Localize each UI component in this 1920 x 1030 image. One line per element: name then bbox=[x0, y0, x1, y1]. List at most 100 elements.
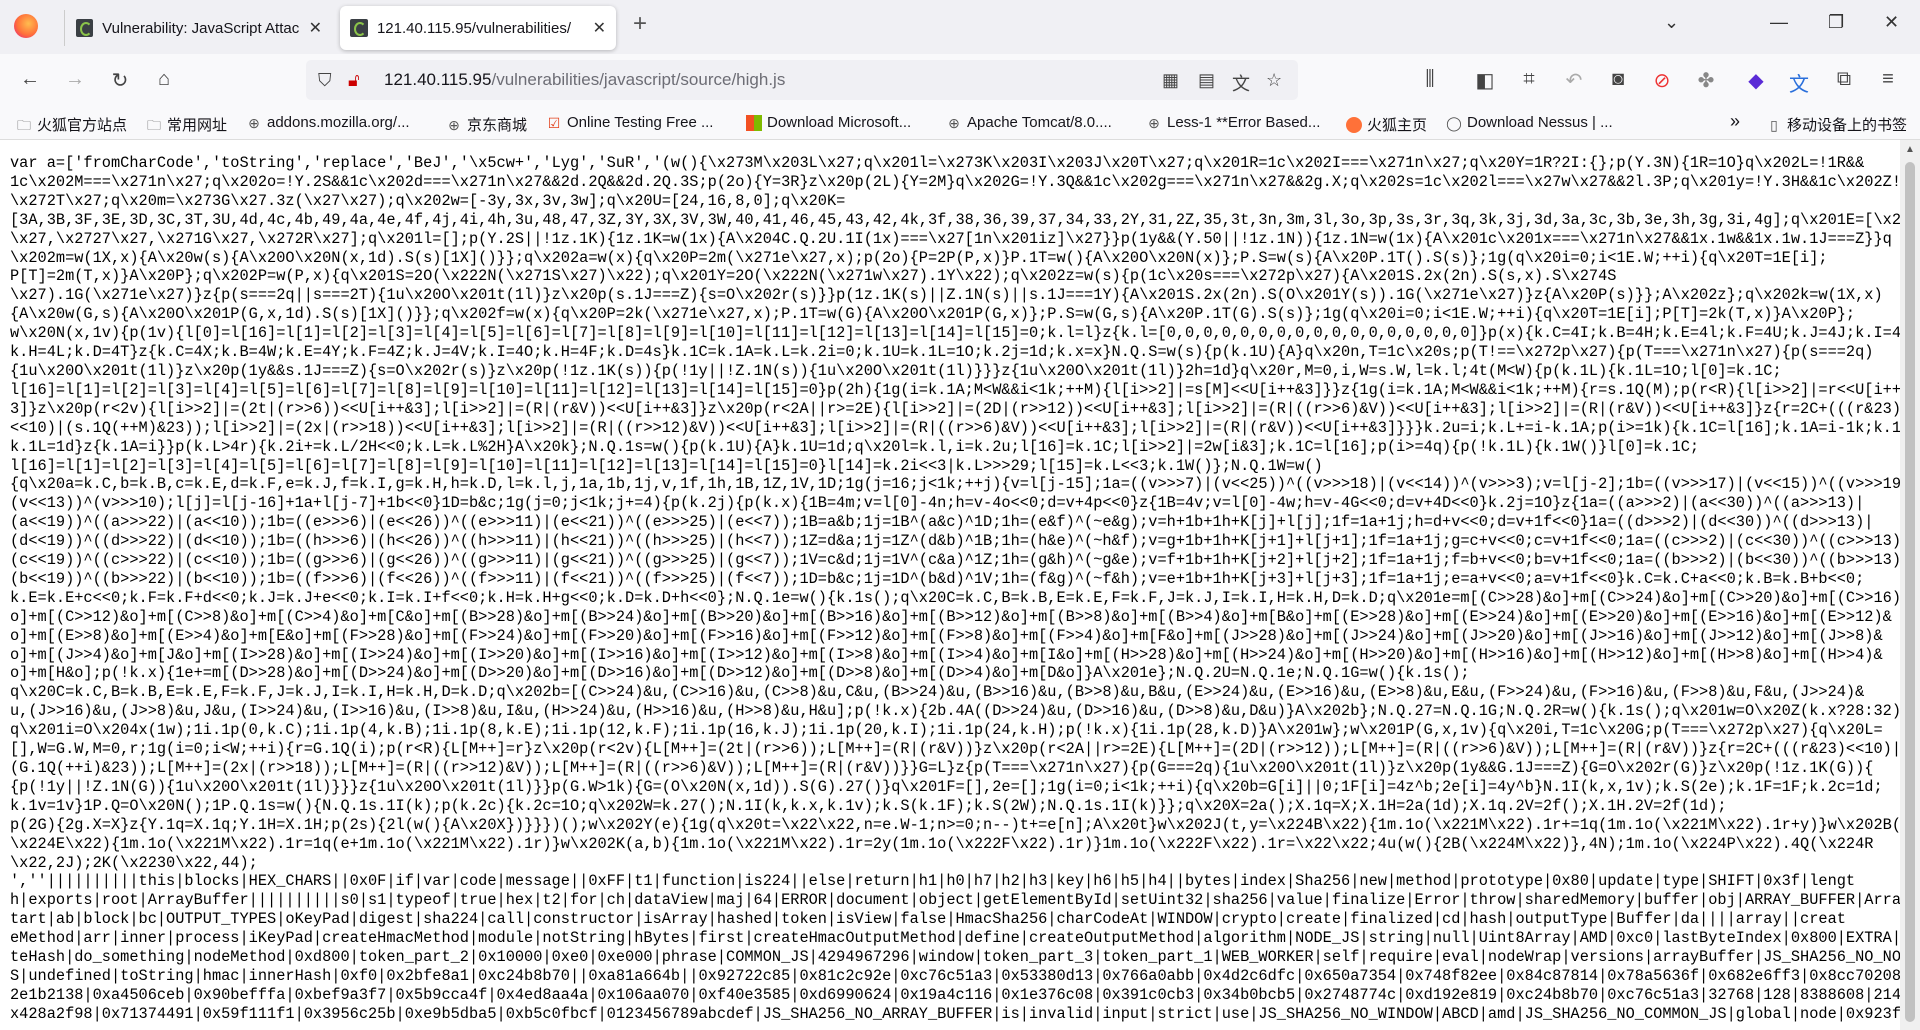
source-line: w\x20N(x,1v){p(1v){l[0]=l[16]=l[1]=l[2]=… bbox=[10, 324, 1900, 343]
folder-icon: 🗀︎ bbox=[17, 116, 31, 133]
tab-high-js[interactable]: 121.40.115.95/vulnerabilities/ ✕ bbox=[340, 6, 616, 50]
checkbox-icon: ☑ bbox=[547, 114, 561, 131]
url-host: 121.40.115.95 bbox=[384, 70, 492, 89]
source-line: l[16]=l[1]=l[2]=l[3]=l[4]=l[5]=l[6]=l[7]… bbox=[10, 456, 1323, 475]
bookmark-item[interactable]: ⊕ Apache Tomcat/8.0.... bbox=[946, 114, 1112, 131]
shield-icon[interactable]: ⛉ bbox=[318, 70, 332, 91]
source-line: teHash|do_something|nodeMethod|0xd800|to… bbox=[10, 948, 1900, 967]
source-line: 2e1b2138|0xa4506ceb|0x90befffa|0xbef9a3f… bbox=[10, 985, 1900, 1004]
bookmark-item[interactable]: 火狐主页 bbox=[1346, 114, 1427, 135]
bookmark-label: addons.mozilla.org/... bbox=[267, 114, 410, 131]
reload-icon[interactable]: ↻ bbox=[108, 68, 132, 93]
globe-icon: ⊕ bbox=[448, 116, 460, 133]
bookmark-label: 京东商城 bbox=[467, 117, 528, 134]
source-line: (a<<19))^((a>>>22)|(a<<10));1b=((e>>>6)|… bbox=[10, 513, 1874, 532]
screenshot-crop-icon[interactable]: ⌗ bbox=[1517, 68, 1541, 91]
reader-view-icon[interactable]: ▤ bbox=[1198, 70, 1215, 91]
source-line: q\x20C=k.C,B=k.B,E=k.E,F=k.F,J=k.J,I=k.I… bbox=[10, 683, 1865, 702]
source-line: S|undefined|toString|hmac|innerHash|0xf0… bbox=[10, 966, 1900, 985]
windows-icon bbox=[746, 114, 762, 131]
globe-icon: ⊕ bbox=[1148, 114, 1160, 131]
new-tab-button[interactable]: + bbox=[633, 10, 647, 38]
close-tab-icon[interactable]: ✕ bbox=[593, 18, 606, 38]
menu-hamburger-icon[interactable]: ≡ bbox=[1876, 68, 1900, 91]
tab-vulnerability[interactable]: Vulnerability: JavaScript Attac ✕ bbox=[66, 6, 332, 50]
nessus-icon: ◯ bbox=[1446, 114, 1462, 131]
source-line: 1c\x202M===\x271n\x27;q\x202o=!Y.2S&&1c\… bbox=[10, 172, 1900, 191]
mobile-bookmarks[interactable]: ▯ 移动设备上的书签 bbox=[1766, 114, 1907, 135]
close-tab-icon[interactable]: ✕ bbox=[309, 18, 322, 38]
extension-mask-icon[interactable]: ◙ bbox=[1606, 68, 1630, 91]
source-line: (v<<13))^(v>>>10);l[j]=l[j-16]+1a+l[j-7]… bbox=[10, 494, 1865, 513]
firefox-icon bbox=[1346, 116, 1362, 133]
scroll-up-arrow-icon[interactable]: ▲ bbox=[1905, 144, 1915, 155]
firefox-menu-icon[interactable] bbox=[14, 14, 38, 38]
restore-icon[interactable]: ❐ bbox=[1828, 12, 1844, 33]
js-source-text: var a=['fromCharCode','toString','replac… bbox=[10, 154, 1900, 1024]
source-line: \x272T\x27;q\x20m=\x273G\x27.3z(\x27\x27… bbox=[10, 191, 846, 210]
source-line: ',''||||||||||this|blocks|HEX_CHARS||0x0… bbox=[10, 872, 1856, 891]
minimize-icon[interactable]: — bbox=[1770, 12, 1788, 33]
source-line: (c<<19))^((c>>>22)|(c<<10));1b=((g>>>6)|… bbox=[10, 551, 1900, 570]
tab-title: 121.40.115.95/vulnerabilities/ bbox=[376, 19, 571, 37]
translate-icon[interactable]: 文 bbox=[1232, 70, 1250, 96]
url-bar[interactable]: ⛉ 🔓︎ 121.40.115.95/vulnerabilities/javas… bbox=[306, 60, 1298, 100]
notification-extension-icon[interactable]: ◆ bbox=[1744, 68, 1768, 93]
close-window-icon[interactable]: ✕ bbox=[1884, 12, 1899, 33]
url-text[interactable]: 121.40.115.95/vulnerabilities/javascript… bbox=[384, 70, 785, 90]
back-icon[interactable]: ← bbox=[18, 68, 42, 91]
page-content: var a=['fromCharCode','toString','replac… bbox=[0, 140, 1900, 1030]
scrollbar-thumb[interactable] bbox=[1905, 162, 1915, 1022]
source-line: k.1v=1v}1P.Q=O\x20N();1P.Q.1s=w(){N.Q.1s… bbox=[10, 796, 1727, 815]
source-line: P[T]=2m(T,x)}A\x20P};q\x202P=w(P,x){q\x2… bbox=[10, 267, 1617, 286]
bookmark-item[interactable]: 🗀︎ 火狐官方站点 bbox=[16, 114, 127, 135]
source-line: x428a2f98|0x71374491|0x59f111f1|0x3956c2… bbox=[10, 1004, 1900, 1023]
bookmark-item[interactable]: ⊕ addons.mozilla.org/... bbox=[246, 114, 410, 131]
translate-extension-icon[interactable]: 文 bbox=[1787, 68, 1811, 97]
bookmark-item[interactable]: Download Microsoft... bbox=[746, 114, 911, 131]
mobile-device-icon: ▯ bbox=[1770, 116, 1778, 133]
library-icon[interactable]: ⫼ bbox=[1418, 68, 1442, 91]
insecure-lock-icon[interactable]: 🔓︎ bbox=[348, 70, 360, 91]
bookmark-item[interactable]: ◯ Download Nessus | ... bbox=[1446, 114, 1612, 131]
forward-icon[interactable]: → bbox=[63, 68, 87, 91]
blocker-extension-icon[interactable]: ⊘ bbox=[1650, 68, 1674, 93]
tab-bar: Vulnerability: JavaScript Attac ✕ 121.40… bbox=[0, 0, 1920, 54]
bookmark-label: 常用网址 bbox=[167, 117, 228, 134]
source-line: h|exports|root|ArrayBuffer||||||||||s0|s… bbox=[10, 891, 1900, 910]
source-line: tart|ab|block|bc|OUTPUT_TYPES|oKeyPad|di… bbox=[10, 910, 1846, 929]
folder-icon: 🗀︎ bbox=[147, 116, 161, 133]
dvwa-favicon-icon bbox=[350, 19, 368, 37]
sidebar-icon[interactable]: ◧ bbox=[1473, 68, 1497, 93]
vertical-scrollbar[interactable]: ▲ bbox=[1900, 140, 1920, 1030]
tab-title: Vulnerability: JavaScript Attac bbox=[102, 19, 300, 37]
source-line: q\x201i=O\x204x(1w);1i.1p(0,k.C);1i.1p(4… bbox=[10, 721, 1883, 740]
bookmark-item[interactable]: ⊕ Less-1 **Error Based... bbox=[1146, 114, 1320, 131]
source-line: o]+m[(J>>4)&o]+m[J&o]+m[(I>>28)&o]+m[(I>… bbox=[10, 645, 1883, 664]
puzzle-extension-icon[interactable]: ✤ bbox=[1694, 68, 1718, 93]
bookmarks-toolbar: 🗀︎ 火狐官方站点 🗀︎ 常用网址 ⊕ addons.mozilla.org/... … bbox=[0, 106, 1920, 140]
qr-code-icon[interactable]: ▦ bbox=[1162, 70, 1179, 91]
list-tabs-chevron-down-icon[interactable]: ⌄ bbox=[1664, 12, 1679, 33]
source-line: l[16]=l[1]=l[2]=l[3]=l[4]=l[5]=l[6]=l[7]… bbox=[10, 380, 1900, 399]
bookmark-star-icon[interactable]: ☆ bbox=[1266, 70, 1282, 91]
source-line: [],W=G.W,M=0,r;1g(i=0;i<W;++i){r=G.1Q(i)… bbox=[10, 740, 1900, 759]
source-line: {q\x20a=k.C,b=k.B,c=k.E,d=k.F,e=k.J,f=k.… bbox=[10, 475, 1900, 494]
bookmark-label: Apache Tomcat/8.0.... bbox=[967, 114, 1112, 131]
bookmark-item[interactable]: ☑ Online Testing Free ... bbox=[546, 114, 714, 131]
bookmark-item[interactable]: ⊕ 京东商城 bbox=[446, 114, 527, 135]
source-line: \x22,2J);2K(\x2230\x22,44); bbox=[10, 853, 258, 872]
source-line: (b<<19))^((b>>>22)|(b<<10));1b=((f>>>6)|… bbox=[10, 569, 1865, 588]
home-icon[interactable]: ⌂ bbox=[152, 68, 176, 91]
source-line: \x202m=w(1X,x){A\x20w(s){A\x20O\x20N(x,1… bbox=[10, 248, 1828, 267]
bookmark-item[interactable]: 🗀︎ 常用网址 bbox=[146, 114, 227, 135]
bookmarks-overflow-button[interactable]: » bbox=[1730, 111, 1740, 132]
source-line: k.H=4L;k.D=4T}z{k.C=4X;k.B=4W;k.E=4Y;k.F… bbox=[10, 343, 1874, 362]
extensions-icon[interactable]: ⧉ bbox=[1832, 68, 1856, 91]
bookmark-label: 火狐主页 bbox=[1367, 117, 1428, 134]
undo-icon[interactable]: ↶ bbox=[1562, 68, 1586, 93]
source-line: var a=['fromCharCode','toString','replac… bbox=[10, 154, 1865, 172]
source-line: o]+m[(E>>8)&o]+m[(E>>4)&o]+m[E&o]+m[(F>>… bbox=[10, 626, 1883, 645]
dvwa-favicon-icon bbox=[76, 19, 94, 37]
navigation-toolbar: ← → ↻ ⌂ ⛉ 🔓︎ 121.40.115.95/vulnerabiliti… bbox=[0, 54, 1920, 106]
